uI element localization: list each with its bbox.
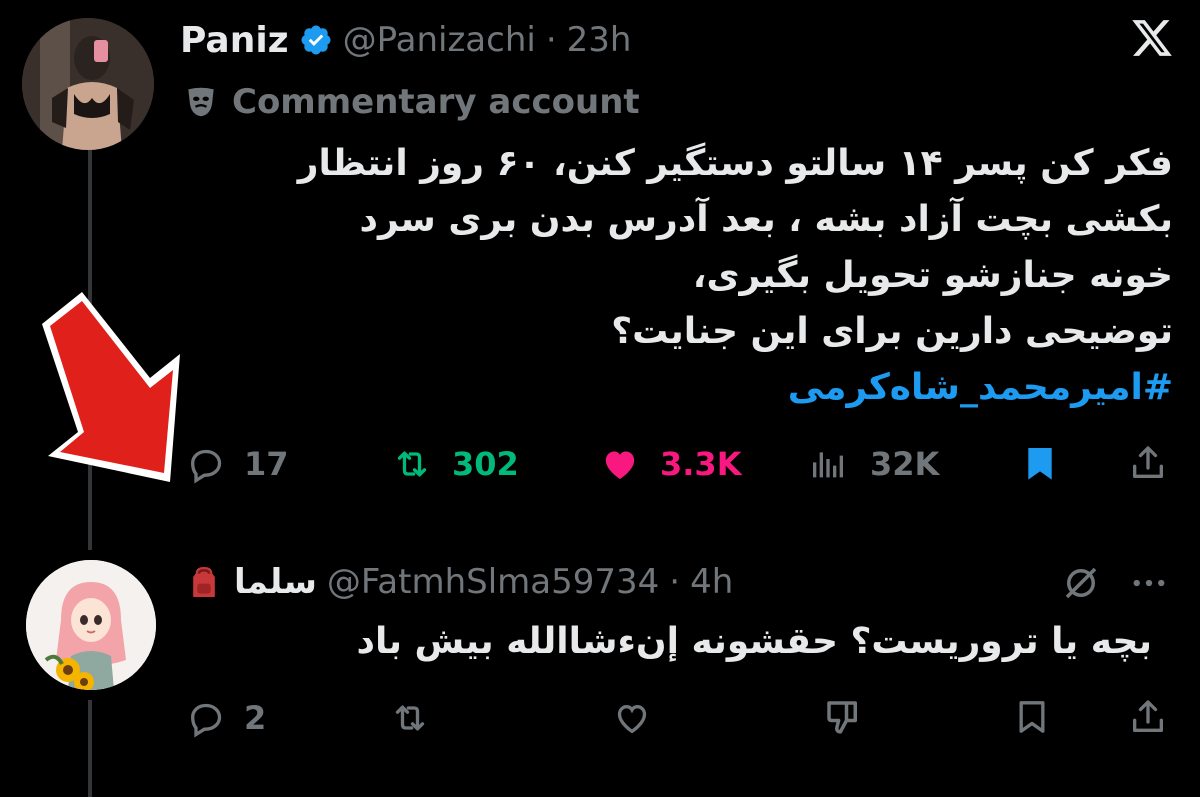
backpack-icon: [193, 567, 215, 597]
reply-heart-icon[interactable]: [610, 698, 654, 738]
repost-icon[interactable]: [388, 444, 436, 484]
downvote-icon[interactable]: [822, 696, 864, 738]
bookmark-icon[interactable]: [1020, 442, 1060, 484]
x-logo-icon[interactable]: [1130, 16, 1174, 60]
thread-line-bottom: [88, 700, 92, 797]
view-count: 32K: [870, 445, 940, 483]
tweet-text-line: بکشی بچت آزاد بشه ، بعد آدرس بدن بری سرد: [359, 199, 1173, 240]
display-name[interactable]: Paniz: [180, 20, 289, 61]
reply-avatar[interactable]: [26, 560, 156, 690]
tweet-text-line: خونه جنازشو تحویل بگیری،: [692, 255, 1173, 296]
tweet-text-line: توضیحی دارین برای این جنایت؟: [611, 311, 1173, 352]
avatar-image: [22, 18, 154, 150]
verified-badge-icon: [301, 25, 331, 55]
tweet-text: فکر کن پسر ۱۴ سالتو دستگیر کنن، ۶۰ روز ا…: [180, 136, 1173, 416]
grok-icon[interactable]: [1060, 562, 1102, 604]
avatar[interactable]: [22, 18, 154, 150]
heart-icon[interactable]: [598, 444, 642, 484]
reply-reply-icon[interactable]: [186, 698, 226, 738]
reply-count: 17: [244, 445, 289, 483]
red-arrow-annotation: [42, 292, 180, 482]
reply-avatar-image: [26, 560, 156, 690]
reply-text: بچه یا تروریست؟ حقشونه إن‌ءشاالله بیش با…: [356, 621, 1152, 662]
reply-repost-icon[interactable]: [386, 698, 434, 738]
reply-icon[interactable]: [186, 444, 226, 484]
reply-timestamp[interactable]: 4h: [690, 562, 733, 602]
hashtag-link[interactable]: #امیرمحمد_شاه‌کرمی: [180, 360, 1173, 416]
reply-handle[interactable]: @FatmhSlma59734: [327, 562, 659, 602]
separator: ·: [545, 20, 557, 60]
reply-reply-count: 2: [244, 699, 267, 737]
reply-bookmark-icon[interactable]: [1012, 696, 1052, 738]
views-icon[interactable]: [808, 444, 848, 484]
handle[interactable]: @Panizachi: [343, 20, 536, 60]
reply-separator: ·: [669, 562, 681, 602]
reply-display-name[interactable]: سلما: [234, 562, 317, 602]
tweet-text-line: فکر کن پسر ۱۴ سالتو دستگیر کنن، ۶۰ روز ا…: [297, 143, 1173, 184]
share-icon[interactable]: [1128, 442, 1168, 484]
timestamp[interactable]: 23h: [567, 20, 632, 60]
theater-mask-icon: [188, 87, 214, 117]
more-icon[interactable]: [1128, 562, 1170, 604]
like-count: 3.3K: [660, 445, 742, 483]
account-label: Commentary account: [232, 82, 640, 122]
reply-share-icon[interactable]: [1128, 696, 1168, 738]
repost-count: 302: [452, 445, 519, 483]
